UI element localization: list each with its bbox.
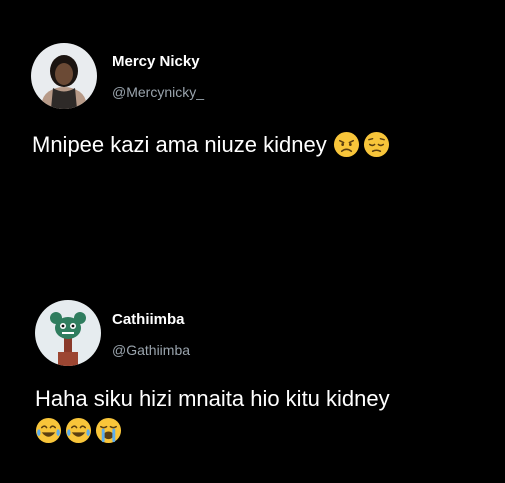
emoji-group xyxy=(333,131,390,158)
display-name[interactable]: Cathiimba xyxy=(112,311,185,328)
tears-of-joy-icon xyxy=(35,417,62,444)
tears-of-joy-icon xyxy=(65,417,92,444)
display-name[interactable]: Mercy Nicky xyxy=(112,53,200,70)
user-photo-icon xyxy=(31,43,97,109)
gnome-figure-icon xyxy=(35,300,101,366)
loudly-crying-face-icon xyxy=(95,417,122,444)
tweet-body: Mnipee kazi ama niuze kidney xyxy=(32,131,327,157)
user-handle[interactable]: @Mercynicky_ xyxy=(112,84,204,100)
tweet-body: Haha siku hizi mnaita hio kitu kidney xyxy=(35,386,390,411)
emoji-group xyxy=(35,417,122,449)
pensive-face-icon xyxy=(363,131,389,158)
user-handle[interactable]: @Gathiimba xyxy=(112,342,190,358)
tweet-text: Haha siku hizi mnaita hio kitu kidney xyxy=(35,386,390,412)
disappointed-face-icon xyxy=(333,131,359,158)
tweet-text: Mnipee kazi ama niuze kidney xyxy=(32,131,390,158)
avatar[interactable] xyxy=(35,300,101,366)
avatar[interactable] xyxy=(31,43,97,109)
